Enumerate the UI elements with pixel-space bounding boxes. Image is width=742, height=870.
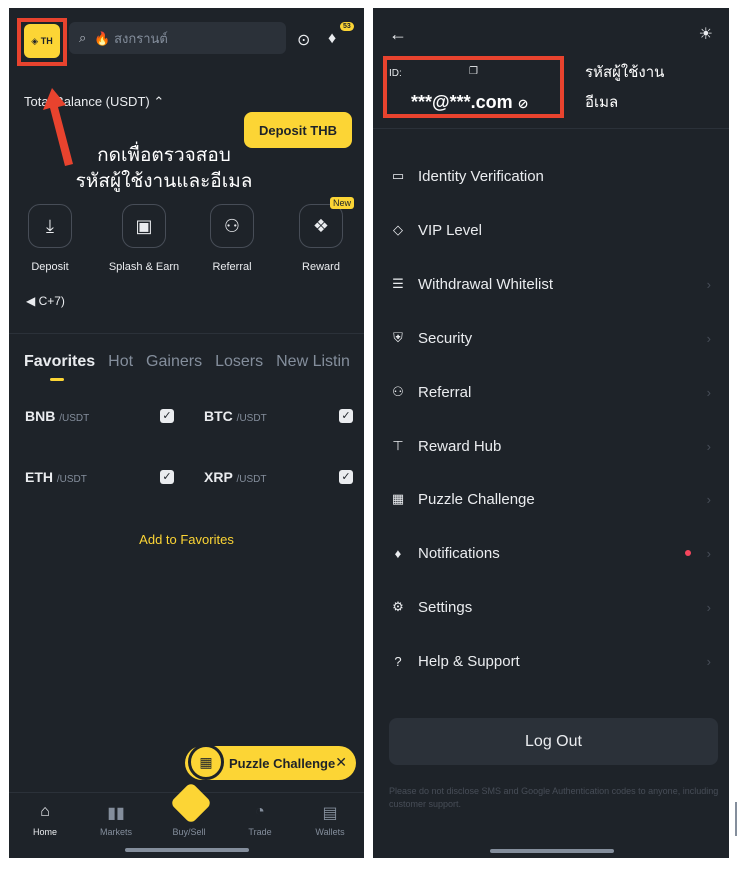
quick-action-referral[interactable]: ⚇ Referral — [196, 204, 268, 273]
puzzle-challenge-pill[interactable]: ▦ Puzzle Challenge ✕ — [185, 744, 356, 780]
bell-icon[interactable]: ♦ — [328, 30, 336, 48]
menu-settings[interactable]: ⚙ Settings › — [373, 580, 729, 634]
nav-home[interactable]: ⌂ Home — [15, 803, 75, 837]
reward-icon: ⊤ — [392, 438, 404, 453]
divider — [373, 128, 729, 129]
market-tabs: Favorites Hot Gainers Losers New Listin — [24, 353, 363, 371]
gamepad-icon: ▣ — [122, 204, 166, 248]
active-tab-indicator — [50, 378, 64, 381]
theme-toggle-icon[interactable]: ☀ — [699, 24, 713, 44]
security-disclaimer: Please do not disclose SMS and Google Au… — [389, 786, 719, 809]
checkbox-checked[interactable]: ✓ — [160, 409, 174, 423]
add-user-icon: ⚇ — [210, 204, 254, 248]
list-icon: ☰ — [392, 276, 404, 291]
menu-puzzle-challenge[interactable]: ▦ Puzzle Challenge › — [373, 472, 729, 526]
menu-referral[interactable]: ⚇ Referral › — [373, 365, 729, 419]
menu-help-support[interactable]: ? Help & Support › — [373, 634, 729, 688]
home-indicator — [490, 849, 614, 853]
search-icon: ⌕ — [79, 30, 87, 45]
divider — [9, 333, 364, 334]
nav-trade[interactable]: ◔ Trade — [230, 803, 290, 837]
annotation-line: กดเพื่อตรวจสอบ — [97, 144, 231, 166]
menu-reward-hub[interactable]: ⊤ Reward Hub › — [373, 419, 729, 473]
announcement-bar[interactable]: ◀ C+7) — [26, 294, 65, 308]
home-screen: ◈ TH ⌕ 🔥 สงกรานต์ ⊙ ♦ 53 Total Balance (… — [9, 8, 364, 858]
add-user-icon: ⚇ — [392, 384, 404, 399]
annotation-box-profile — [17, 18, 67, 66]
download-icon: ⤓ — [28, 204, 72, 248]
checkbox-checked[interactable]: ✓ — [160, 470, 174, 484]
chevron-right-icon: › — [706, 276, 711, 292]
chevron-right-icon: › — [706, 438, 711, 454]
quick-action-reward[interactable]: ❖ New Reward — [285, 197, 357, 273]
add-to-favorites-button[interactable]: Add to Favorites — [9, 532, 364, 547]
checkbox-checked[interactable]: ✓ — [339, 409, 353, 423]
quick-action-deposit[interactable]: ⤓ Deposit — [14, 204, 86, 273]
puzzle-icon: ▦ — [391, 491, 405, 506]
headset-icon[interactable]: ⊙ — [297, 30, 310, 50]
menu-withdrawal-whitelist[interactable]: ☰ Withdrawal Whitelist › — [373, 257, 729, 311]
annotation-email: อีเมล — [585, 93, 619, 111]
search-input[interactable]: ⌕ 🔥 สงกรานต์ — [69, 22, 286, 54]
tab-favorites[interactable]: Favorites — [24, 353, 95, 370]
nav-wallets[interactable]: ▤ Wallets — [300, 803, 360, 837]
notification-badge: 53 — [340, 22, 354, 31]
checkbox-checked[interactable]: ✓ — [339, 470, 353, 484]
favorite-pair[interactable]: BNB /USDT — [25, 408, 89, 424]
favorite-pair[interactable]: BTC /USDT — [204, 408, 267, 424]
diamond-icon: ◇ — [393, 222, 403, 237]
unread-dot — [685, 550, 691, 556]
menu-security[interactable]: ⛨ Security › — [373, 311, 729, 365]
trade-icon: ◔ — [255, 803, 265, 820]
logout-button[interactable]: Log Out — [389, 718, 718, 765]
annotation-line: รหัสผู้ใช้งานและอีเมล — [75, 170, 253, 192]
bar-chart-icon: ▮▮ — [107, 805, 125, 822]
chevron-right-icon: › — [706, 545, 711, 561]
shield-icon: ⛨ — [393, 330, 403, 345]
annotation-text: กดเพื่อตรวจสอบรหัสผู้ใช้งานและอีเมล — [49, 142, 279, 194]
tab-new-listing[interactable]: New Listin — [276, 353, 350, 370]
annotation-box-account — [383, 56, 564, 118]
nav-markets[interactable]: ▮▮ Markets — [86, 803, 146, 837]
menu-identity-verification[interactable]: ▭ Identity Verification — [373, 149, 729, 203]
close-icon[interactable]: ✕ — [335, 754, 347, 771]
tab-losers[interactable]: Losers — [215, 353, 263, 370]
chevron-right-icon: › — [706, 330, 711, 346]
edge-mark — [735, 802, 737, 836]
home-indicator — [125, 848, 249, 852]
gear-icon: ⚙ — [392, 599, 404, 614]
gift-icon: ❖ New — [299, 197, 354, 248]
wallet-icon: ▤ — [322, 805, 338, 822]
menu-notifications[interactable]: ♦ Notifications › — [373, 526, 729, 580]
home-icon: ⌂ — [40, 803, 50, 820]
help-icon: ? — [394, 653, 402, 669]
new-badge: New — [329, 197, 354, 209]
menu-vip-level[interactable]: ◇ VIP Level — [373, 203, 729, 257]
bell-icon: ♦ — [394, 545, 402, 561]
tab-gainers[interactable]: Gainers — [146, 353, 202, 370]
annotation-user-id: รหัสผู้ใช้งาน — [585, 63, 665, 81]
chevron-right-icon: › — [706, 599, 711, 615]
tab-hot[interactable]: Hot — [108, 353, 133, 370]
quick-action-splash-earn[interactable]: ▣ Splash & Earn — [108, 204, 180, 273]
megaphone-icon: ◀ — [26, 294, 39, 308]
profile-menu-screen: ← ☀ ID: ❐ ***@***.com ⊘ รหัสผู้ใช้งาน อี… — [373, 8, 729, 858]
chevron-right-icon: › — [706, 653, 711, 669]
favorite-pair[interactable]: XRP /USDT — [204, 469, 266, 485]
favorite-pair[interactable]: ETH /USDT — [25, 469, 87, 485]
id-card-icon: ▭ — [391, 168, 405, 183]
back-arrow-icon[interactable]: ← — [389, 24, 407, 45]
puzzle-icon: ▦ — [188, 744, 224, 780]
chevron-right-icon: › — [706, 384, 711, 400]
chevron-right-icon: › — [706, 491, 711, 507]
